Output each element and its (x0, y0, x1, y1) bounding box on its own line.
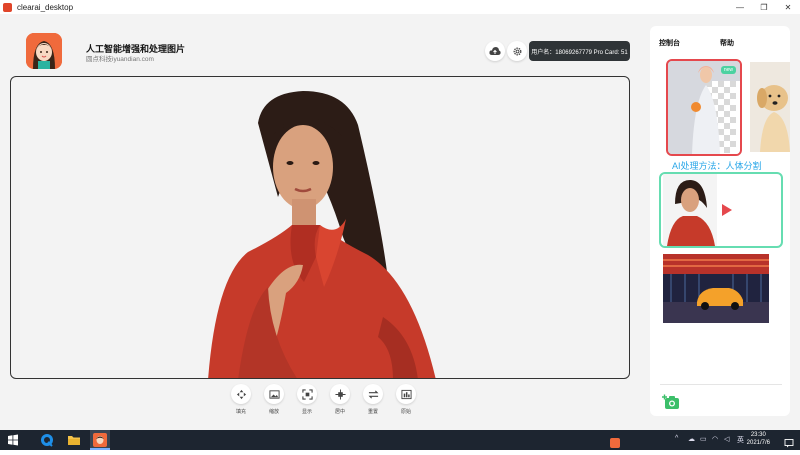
window-controls: — ❐ ✕ (728, 0, 800, 14)
tool-center-button[interactable] (330, 384, 350, 404)
tab-help[interactable]: 帮助 (720, 38, 734, 48)
main-panel: 人工智能增强和处理图片 圆点科技iyuandian.com 用户名：180692… (0, 14, 645, 430)
tool-display-label: 显示 (301, 409, 312, 415)
tool-display-button[interactable] (297, 384, 317, 404)
ime-indicator[interactable]: 英 (737, 435, 744, 445)
sidebar-divider (660, 384, 782, 385)
tool-zoom[interactable]: 缩放 (264, 384, 284, 415)
battery-icon[interactable]: ▭ (700, 435, 707, 443)
tool-original[interactable]: 原始 (396, 384, 416, 415)
tool-fill[interactable]: 填充 (231, 384, 251, 415)
tool-reset-label: 重置 (367, 409, 378, 415)
tray-expand-icon[interactable]: ^ (675, 435, 678, 442)
tool-original-button[interactable] (396, 384, 416, 404)
clearai-app-icon (93, 433, 107, 447)
tool-fill-button[interactable] (231, 384, 251, 404)
fashion-model-image (668, 61, 740, 154)
clock-time: 23:30 (750, 432, 766, 438)
volume-icon[interactable]: ◁ (724, 435, 729, 443)
wifi-icon[interactable]: ◠ (712, 435, 718, 443)
segmented-portrait (208, 91, 436, 378)
swap-icon (368, 389, 378, 399)
cloud-upload-icon (489, 47, 501, 55)
windows-icon (8, 434, 18, 446)
taskbar: ^ ☁ ▭ ◠ ◁ 英 23:30 2021/7/6 (0, 430, 800, 450)
example-thumbnail-fashion[interactable]: new (666, 59, 742, 156)
tool-reset-button[interactable] (363, 384, 383, 404)
app-logo (26, 33, 62, 69)
tray-app-glyph-icon (610, 438, 620, 448)
close-button[interactable]: ✕ (776, 0, 800, 14)
app-window: clearai_desktop — ❐ ✕ 人工智能增强和处理图片 圆点科技iy… (0, 0, 800, 430)
window-title: clearai_desktop (17, 2, 74, 12)
new-badge: new (720, 66, 736, 74)
notification-icon (784, 439, 794, 448)
minimize-button[interactable]: — (728, 0, 752, 14)
tool-display[interactable]: 显示 (297, 384, 317, 415)
tool-center-label: 居中 (334, 409, 345, 415)
taskbar-app-explorer[interactable] (67, 433, 81, 447)
compare-icon (400, 389, 412, 399)
ai-method-label: AI处理方法：人体分割 (672, 161, 762, 171)
tool-zoom-button[interactable] (264, 384, 284, 404)
logo-avatar-icon (26, 33, 62, 69)
move-icon (236, 389, 246, 399)
example-thumbnail-portrait[interactable] (659, 172, 783, 248)
tool-zoom-label: 缩放 (268, 409, 279, 415)
network-icon[interactable]: ☁ (688, 435, 695, 443)
portrait-mini-image (663, 174, 717, 246)
clock[interactable]: 23:30 2021/7/6 (747, 431, 770, 447)
tool-reset[interactable]: 重置 (363, 384, 383, 415)
maximize-button[interactable]: ❐ (752, 0, 776, 14)
dog-image (750, 62, 790, 152)
folder-icon (68, 436, 80, 445)
tool-original-label: 原始 (400, 409, 411, 415)
app-subtitle: 圆点科技iyuandian.com (86, 56, 154, 63)
crop-icon (301, 388, 313, 400)
add-photo-button[interactable] (662, 394, 680, 410)
example-thumbnail-dog[interactable] (750, 62, 790, 152)
tool-center[interactable]: 居中 (330, 384, 350, 415)
add-photo-icon (662, 394, 679, 409)
tool-fill-label: 填充 (235, 409, 246, 415)
play-arrow-icon (722, 204, 732, 216)
tray-app-icon[interactable] (610, 435, 620, 448)
image-toolbar: 填充 缩放 显示 居中 重置 原始 (231, 384, 416, 415)
user-info-badge: 用户名：18069267779 Pro Card: 51 (529, 41, 630, 61)
tab-console[interactable]: 控制台 (659, 38, 680, 48)
title-bar: clearai_desktop — ❐ ✕ (0, 0, 800, 14)
taskbar-app-clearai[interactable] (90, 430, 110, 450)
center-icon (334, 388, 346, 400)
gear-icon (513, 47, 521, 55)
clock-date: 2021/7/6 (746, 440, 770, 446)
example-thumbnail-car[interactable] (663, 254, 769, 323)
app-title-icon (3, 2, 12, 12)
notification-button[interactable] (784, 435, 794, 448)
browser-icon (41, 434, 53, 447)
cloud-upload-button[interactable] (485, 41, 505, 61)
taskbar-app-browser[interactable] (40, 433, 54, 447)
image-canvas[interactable] (10, 76, 630, 379)
settings-button[interactable] (507, 41, 527, 61)
image-icon (268, 389, 280, 399)
car-image (663, 254, 769, 323)
sidebar: 控制台 帮助 new AI处理方法：人体分割 (650, 26, 790, 416)
start-button[interactable] (6, 433, 20, 447)
